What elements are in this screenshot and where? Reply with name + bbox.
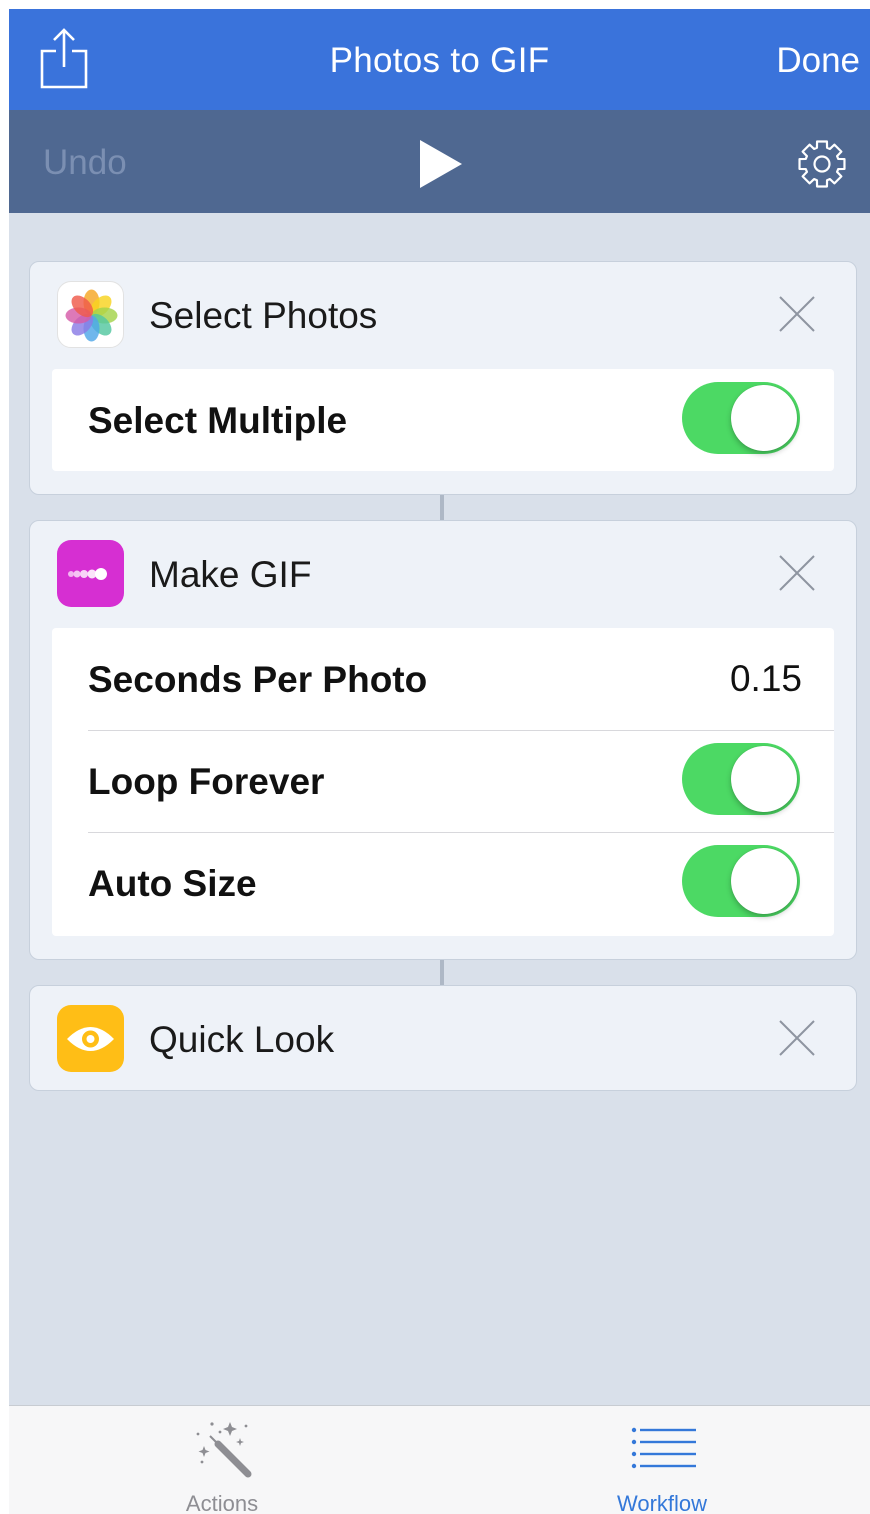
make-gif-icon bbox=[57, 540, 124, 607]
action-title: Quick Look bbox=[149, 1019, 335, 1060]
action-card-make-gif[interactable]: Make GIF Seconds Per Photo 0.15 Loop For… bbox=[29, 520, 857, 960]
list-icon bbox=[631, 1427, 696, 1469]
action-header: Make GIF bbox=[30, 521, 856, 625]
toggle-knob bbox=[731, 385, 797, 451]
undo-button[interactable]: Undo bbox=[43, 143, 127, 183]
remove-action-button[interactable] bbox=[778, 1019, 816, 1057]
tab-label: Actions bbox=[185, 1491, 259, 1514]
action-card-quick-look[interactable]: Quick Look bbox=[29, 985, 857, 1091]
remove-action-button[interactable] bbox=[778, 554, 816, 592]
param-row-select-multiple: Select Multiple bbox=[52, 369, 834, 471]
close-icon bbox=[779, 555, 815, 591]
param-row-auto-size: Auto Size bbox=[52, 832, 834, 934]
action-parameters: Seconds Per Photo 0.15 Loop Forever Auto… bbox=[52, 628, 834, 936]
param-label: Auto Size bbox=[88, 863, 257, 904]
quick-look-eye-icon bbox=[57, 1005, 124, 1072]
action-title: Select Photos bbox=[149, 295, 378, 336]
navigation-bar: Photos to GIF Done bbox=[9, 9, 870, 110]
seconds-per-photo-field[interactable]: 0.15 bbox=[730, 658, 802, 700]
gear-icon bbox=[798, 140, 846, 188]
action-card-select-photos[interactable]: Select Photos Select Multiple bbox=[29, 261, 857, 495]
param-row-seconds-per-photo[interactable]: Seconds Per Photo 0.15 bbox=[52, 628, 834, 730]
settings-button[interactable] bbox=[796, 138, 848, 190]
action-parameters: Select Multiple bbox=[52, 369, 834, 471]
param-label: Loop Forever bbox=[88, 761, 325, 802]
action-title: Make GIF bbox=[149, 554, 312, 595]
param-label: Seconds Per Photo bbox=[88, 659, 428, 700]
select-multiple-toggle[interactable] bbox=[682, 382, 800, 454]
done-button[interactable]: Done bbox=[776, 41, 860, 81]
action-header: Quick Look bbox=[30, 986, 856, 1090]
workflow-title: Photos to GIF bbox=[329, 41, 550, 80]
photos-app-icon bbox=[57, 281, 124, 348]
action-connector bbox=[440, 960, 444, 985]
param-label: Select Multiple bbox=[88, 400, 348, 441]
close-icon bbox=[779, 296, 815, 332]
auto-size-toggle[interactable] bbox=[682, 845, 800, 917]
run-button[interactable] bbox=[417, 138, 465, 190]
toggle-knob bbox=[731, 746, 797, 812]
magic-wand-icon bbox=[196, 1422, 252, 1478]
editor-toolbar: Undo bbox=[9, 110, 870, 213]
close-icon bbox=[779, 1020, 815, 1056]
param-row-loop-forever: Loop Forever bbox=[52, 730, 834, 832]
workflow-editor: Photos to GIF Done Undo Select Photos Se… bbox=[9, 9, 870, 1514]
share-icon bbox=[40, 28, 88, 89]
remove-action-button[interactable] bbox=[778, 295, 816, 333]
tab-actions[interactable]: Actions bbox=[72, 1406, 372, 1514]
action-header: Select Photos bbox=[30, 262, 856, 366]
tab-workflow[interactable]: Workflow bbox=[512, 1406, 812, 1514]
tab-bar: Actions Workflow bbox=[9, 1405, 870, 1514]
play-icon bbox=[420, 140, 462, 188]
action-connector bbox=[440, 495, 444, 520]
share-button[interactable] bbox=[39, 27, 89, 89]
toggle-knob bbox=[731, 848, 797, 914]
tab-label: Workflow bbox=[616, 1491, 708, 1514]
loop-forever-toggle[interactable] bbox=[682, 743, 800, 815]
